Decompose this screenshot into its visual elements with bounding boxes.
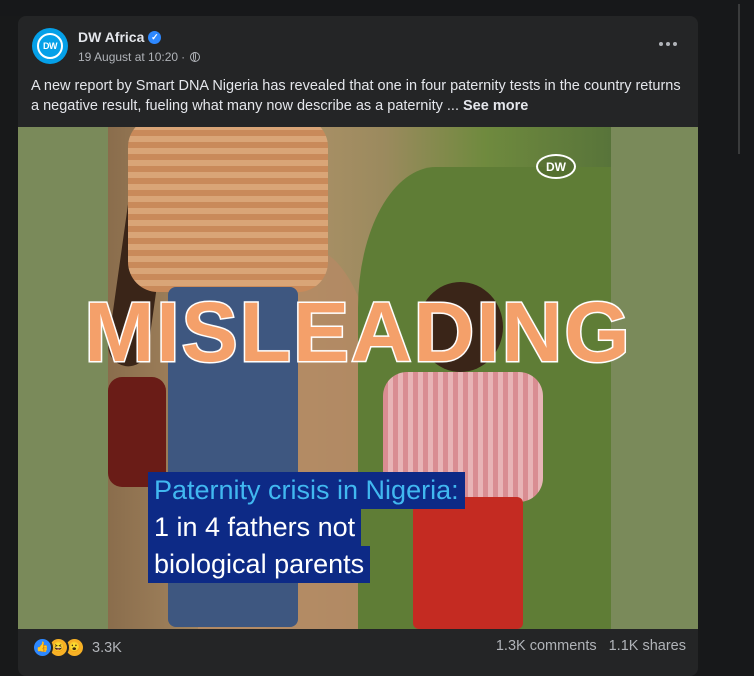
meta-separator: · bbox=[181, 50, 186, 64]
post-footer: 👍 😆 😮 3.3K 1.3K comments 1.1K shares bbox=[18, 629, 698, 663]
see-more-link[interactable]: See more bbox=[463, 98, 528, 114]
page-avatar[interactable]: DW bbox=[32, 28, 68, 64]
misleading-stamp: MISLEADING bbox=[83, 285, 632, 379]
right-gutter bbox=[700, 0, 754, 670]
page-name-link[interactable]: DW Africa bbox=[78, 29, 144, 45]
like-icon: 👍 bbox=[32, 637, 53, 658]
post-header: DW Africa ✓ bbox=[78, 29, 162, 45]
post-timestamp[interactable]: 19 August at 10:20 bbox=[78, 50, 178, 64]
globe-icon[interactable] bbox=[190, 52, 201, 62]
page-background bbox=[0, 0, 754, 16]
dw-watermark-icon: DW bbox=[536, 154, 576, 179]
caption-text: A new report by Smart DNA Nigeria has re… bbox=[31, 78, 681, 114]
image-overlay-text: Paternity crisis in Nigeria: 1 in 4 fath… bbox=[148, 472, 465, 583]
shares-count[interactable]: 1.1K shares bbox=[609, 638, 686, 654]
reaction-count[interactable]: 3.3K bbox=[92, 640, 122, 656]
overlay-line-2: 1 in 4 fathers not bbox=[148, 509, 362, 546]
dot-icon bbox=[659, 42, 663, 46]
comments-count[interactable]: 1.3K comments bbox=[496, 638, 597, 654]
dot-icon bbox=[673, 42, 677, 46]
overlay-line-1: Paternity crisis in Nigeria: bbox=[148, 472, 465, 509]
post-card: DW DW Africa ✓ 19 August at 10:20 · A ne… bbox=[18, 16, 698, 676]
dot-icon bbox=[666, 42, 670, 46]
bag bbox=[108, 377, 166, 487]
engagement-stats: 1.3K comments 1.1K shares bbox=[496, 638, 686, 654]
reactions-summary[interactable]: 👍 😆 😮 3.3K bbox=[32, 637, 122, 658]
overlay-line-3: biological parents bbox=[148, 546, 371, 583]
scrollbar[interactable] bbox=[738, 4, 740, 154]
post-caption: A new report by Smart DNA Nigeria has re… bbox=[31, 76, 691, 116]
adult-shirt bbox=[128, 127, 328, 292]
dw-logo-icon: DW bbox=[37, 33, 63, 59]
post-meta: 19 August at 10:20 · bbox=[78, 50, 201, 64]
more-options-button[interactable] bbox=[654, 32, 682, 56]
post-image[interactable]: DW Paternity crisis in Nigeria: 1 in 4 f… bbox=[18, 127, 698, 629]
verified-badge-icon: ✓ bbox=[148, 30, 162, 44]
